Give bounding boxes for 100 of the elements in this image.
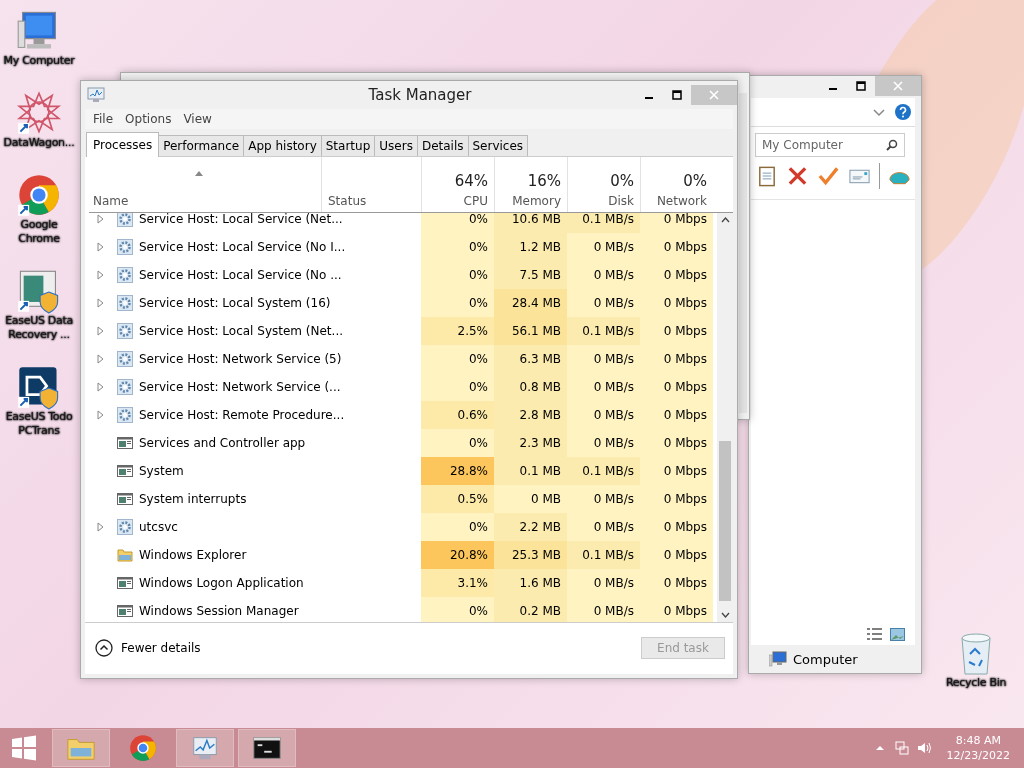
table-cell: 0 Mbps <box>640 213 713 233</box>
process-name: utcsvc <box>139 520 178 534</box>
table-cell: 28.8% <box>421 457 494 485</box>
folder-icon <box>117 547 133 563</box>
menu-item[interactable]: Options <box>121 111 176 127</box>
table-cell: 0% <box>421 373 494 401</box>
table-cell: 0.8 MB <box>494 373 567 401</box>
picture-view-icon[interactable] <box>890 628 905 641</box>
expand-arrow-icon[interactable] <box>95 270 105 280</box>
tab[interactable]: Users <box>374 135 418 156</box>
taskbar-button[interactable] <box>238 729 296 767</box>
column-header[interactable]: Memory <box>512 194 561 208</box>
details-view-icon[interactable] <box>867 628 882 641</box>
search-field[interactable]: My Computer <box>755 133 905 157</box>
table-cell: 0 MB/s <box>567 429 640 457</box>
column-header[interactable]: Status <box>328 194 367 208</box>
network-icon[interactable] <box>894 741 909 755</box>
sort-arrow-icon <box>195 171 203 176</box>
expand-arrow-icon[interactable] <box>95 382 105 392</box>
table-cell: 0 MB/s <box>567 401 640 429</box>
table-cell: 28.4 MB <box>494 289 567 317</box>
table-cell: 0.5% <box>421 485 494 513</box>
window-title: Task Manager <box>367 86 473 104</box>
tab[interactable]: Processes <box>86 132 160 157</box>
windows-logo-icon <box>11 735 37 761</box>
table-cell: 0 Mbps <box>640 289 713 317</box>
table-cell: 2.2 MB <box>494 513 567 541</box>
table-cell: 2.8 MB <box>494 401 567 429</box>
column-header[interactable]: Network <box>656 194 707 208</box>
desktop-icon-label[interactable]: Google Chrome <box>0 218 78 246</box>
speaker-icon[interactable] <box>916 741 931 755</box>
gear-icon <box>117 323 133 339</box>
gear-icon <box>117 295 133 311</box>
table-cell: 0 Mbps <box>640 317 713 345</box>
minimize-icon <box>829 88 837 90</box>
process-name: Service Host: Local Service (Net... <box>139 213 343 226</box>
column-header[interactable]: Disk <box>608 194 634 208</box>
gear-icon <box>117 213 133 227</box>
table-cell: 0 Mbps <box>640 261 713 289</box>
help-icon[interactable] <box>895 104 911 120</box>
table-cell: 0.1 MB/s <box>567 213 640 233</box>
search-icon <box>886 139 898 151</box>
chrome-icon <box>128 733 158 763</box>
desktop-icon-label[interactable]: EaseUS Todo PCTrans <box>0 410 78 438</box>
chrome-icon[interactable] <box>16 172 62 218</box>
tab[interactable]: Services <box>467 135 529 156</box>
window-icon <box>117 575 133 591</box>
table-cell: 2.3 MB <box>494 429 567 457</box>
expand-arrow-icon[interactable] <box>95 522 105 532</box>
star-icon[interactable] <box>16 90 62 136</box>
monitor-chart-icon <box>87 87 105 103</box>
table-cell: 0 MB/s <box>567 289 640 317</box>
gear-icon <box>117 351 133 367</box>
gear-icon <box>117 379 133 395</box>
table-cell: 0 Mbps <box>640 513 713 541</box>
process-name: Service Host: Network Service (5) <box>139 352 342 366</box>
process-name: Services and Controller app <box>139 436 306 450</box>
fewer-details-button[interactable]: Fewer details <box>95 639 201 657</box>
process-name: Windows Explorer <box>139 548 247 562</box>
table-cell: 3.1% <box>421 569 494 597</box>
table-cell: 0 MB/s <box>567 345 640 373</box>
column-header[interactable]: Name <box>93 194 129 208</box>
tab[interactable]: App history <box>243 135 322 156</box>
tab[interactable]: Performance <box>158 135 245 156</box>
expand-arrow-icon[interactable] <box>95 410 105 420</box>
process-name: System <box>139 464 184 478</box>
table-cell: 0% <box>421 233 494 261</box>
process-name: Service Host: Local System (Net... <box>139 324 343 338</box>
table-cell: 0.2 MB <box>494 597 567 622</box>
expand-arrow-icon[interactable] <box>95 214 105 224</box>
tab[interactable]: Startup <box>320 135 376 156</box>
desktop-icon-label[interactable]: My Computer <box>3 54 75 68</box>
column-percent: 0% <box>610 172 634 190</box>
desktop-icon-label[interactable]: DataWagon... <box>3 136 75 150</box>
window-icon <box>117 491 133 507</box>
table-cell: 0% <box>421 429 494 457</box>
menu-item[interactable]: File <box>89 111 118 127</box>
table-cell: 0 MB <box>494 485 567 513</box>
table-cell: 1.6 MB <box>494 569 567 597</box>
table-cell: 0 Mbps <box>640 457 713 485</box>
minimize-icon <box>645 97 653 99</box>
table-cell: 0 Mbps <box>640 429 713 457</box>
desktop-icon-label[interactable]: Recycle Bin <box>945 676 1007 690</box>
table-cell: 0.1 MB/s <box>567 541 640 569</box>
desktop-icon-label[interactable]: EaseUS Data Recovery ... <box>0 314 78 342</box>
expand-arrow-icon[interactable] <box>95 326 105 336</box>
window-icon <box>117 603 133 619</box>
table-cell: 0 Mbps <box>640 401 713 429</box>
expand-arrow-icon[interactable] <box>95 298 105 308</box>
window-icon <box>117 435 133 451</box>
column-percent: 16% <box>527 172 561 190</box>
table-cell: 0.6% <box>421 401 494 429</box>
menu-item[interactable]: View <box>179 111 216 127</box>
tab[interactable]: Details <box>416 135 469 156</box>
table-cell: 25.3 MB <box>494 541 567 569</box>
table-cell: 0 MB/s <box>567 569 640 597</box>
column-header[interactable]: CPU <box>463 194 488 208</box>
scrollbar[interactable] <box>717 213 733 622</box>
expand-arrow-icon[interactable] <box>95 354 105 364</box>
expand-arrow-icon[interactable] <box>95 242 105 252</box>
